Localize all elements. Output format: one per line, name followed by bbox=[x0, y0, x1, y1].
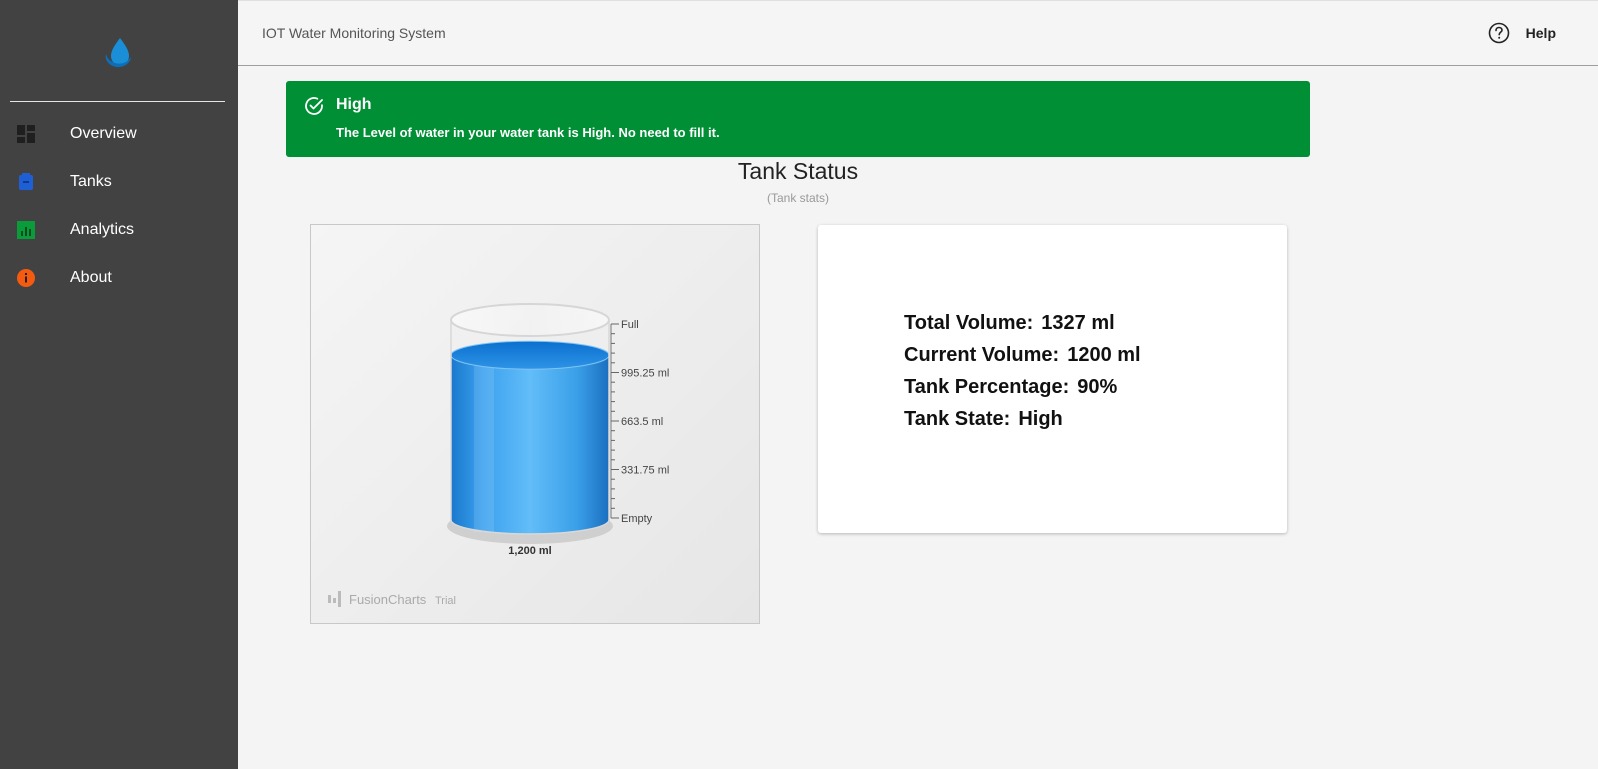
tank-icon bbox=[16, 172, 36, 192]
scale-tick-label: Full bbox=[621, 319, 639, 331]
sidebar-item-label: Tanks bbox=[70, 173, 112, 190]
app-title: IOT Water Monitoring System bbox=[262, 25, 446, 41]
tank-percentage-value: 90% bbox=[1077, 376, 1118, 398]
current-volume-row: Current Volume: 1200 ml bbox=[904, 344, 1141, 367]
dashboard-icon bbox=[16, 124, 36, 144]
sidebar-item-label: Overview bbox=[70, 125, 137, 142]
status-alert: High The Level of water in your water ta… bbox=[286, 81, 1310, 157]
sidebar-item-label: About bbox=[70, 269, 112, 286]
help-circle-icon bbox=[1488, 22, 1510, 44]
sidebar: Overview Tanks Analytics About bbox=[0, 0, 238, 769]
total-volume-label: Total Volume: bbox=[904, 312, 1034, 334]
cylinder-rim bbox=[450, 303, 610, 337]
water-surface bbox=[450, 340, 610, 370]
sidebar-item-tanks[interactable]: Tanks bbox=[0, 160, 238, 204]
watermark-logo-icon bbox=[338, 591, 341, 607]
current-volume-value: 1200 ml bbox=[1067, 344, 1141, 366]
watermark-logo-icon bbox=[333, 598, 336, 603]
water-drop-logo-icon bbox=[100, 34, 136, 70]
value-label: 1,200 ml bbox=[508, 545, 551, 557]
sidebar-divider bbox=[10, 101, 225, 102]
scale-tick-label: 331.75 ml bbox=[621, 465, 669, 477]
tank-state-row: Tank State: High bbox=[904, 408, 1063, 431]
section-subtitle: (Tank stats) bbox=[766, 191, 829, 205]
tank-percentage-label: Tank Percentage: bbox=[904, 376, 1070, 398]
watermark-logo-icon bbox=[328, 595, 331, 603]
top-app-bar: IOT Water Monitoring System Help bbox=[238, 0, 1598, 66]
total-volume-value: 1327 ml bbox=[1041, 312, 1115, 334]
help-label: Help bbox=[1525, 25, 1556, 41]
tank-state-value: High bbox=[1018, 408, 1063, 430]
water-highlight bbox=[474, 363, 494, 532]
watermark-text: FusionCharts bbox=[349, 592, 427, 607]
info-icon bbox=[16, 268, 36, 288]
sidebar-item-overview[interactable]: Overview bbox=[0, 112, 238, 156]
scale-tick-label: 663.5 ml bbox=[621, 416, 663, 428]
current-volume-label: Current Volume: bbox=[904, 344, 1060, 366]
analytics-icon bbox=[16, 220, 36, 240]
tank-state-label: Tank State: bbox=[904, 408, 1011, 430]
scale-tick-label: 995.25 ml bbox=[621, 368, 669, 380]
alert-message: The Level of water in your water tank is… bbox=[336, 125, 720, 140]
tank-level-chart: Full 995.25 ml 663.5 ml 331.75 ml Empty 1,200… bbox=[310, 224, 760, 624]
tank-stats-card: Total Volume: 1327 ml Current Volume: 1200… bbox=[818, 225, 1287, 533]
total-volume-row: Total Volume: 1327 ml bbox=[904, 312, 1115, 335]
alert-title: High bbox=[336, 96, 372, 113]
sidebar-item-analytics[interactable]: Analytics bbox=[0, 208, 238, 252]
watermark-suffix: Trial bbox=[435, 595, 456, 607]
help-button[interactable]: Help bbox=[1488, 22, 1556, 44]
section-title: Tank Status bbox=[737, 158, 859, 184]
cylinder-gauge: Full 995.25 ml 663.5 ml 331.75 ml Empty 1,200… bbox=[328, 303, 669, 607]
scale-tick-label: Empty bbox=[621, 513, 653, 525]
sidebar-item-about[interactable]: About bbox=[0, 256, 238, 300]
tank-percentage-row: Tank Percentage: 90% bbox=[904, 376, 1117, 399]
check-circle-icon bbox=[303, 95, 325, 117]
sidebar-item-label: Analytics bbox=[70, 221, 135, 238]
